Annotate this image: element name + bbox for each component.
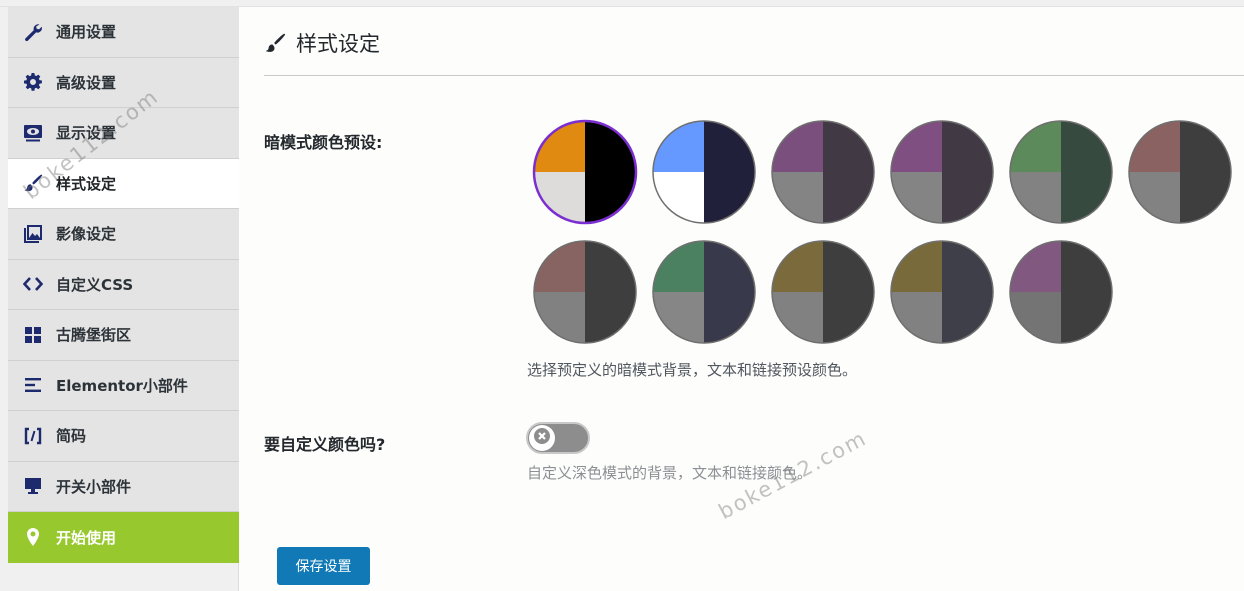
paintbrush-icon — [264, 32, 286, 54]
wrench-icon — [22, 21, 44, 43]
eye-monitor-icon — [22, 122, 44, 144]
sidebar-item-label: Elementor小部件 — [56, 376, 188, 395]
shortcode-icon — [22, 425, 44, 447]
sidebar-item-style-settings[interactable]: 样式设定 — [8, 158, 239, 209]
color-preset-swatch[interactable] — [1127, 119, 1233, 225]
sidebar-item-display-settings[interactable]: 显示设置 — [8, 108, 239, 159]
gear-icon — [22, 71, 44, 93]
toggle-knob — [529, 425, 555, 451]
sidebar-item-advanced-settings[interactable]: 高级设置 — [8, 57, 239, 108]
color-preset-swatch[interactable] — [1008, 119, 1114, 225]
color-preset-swatch[interactable] — [889, 239, 995, 345]
sidebar-item-custom-css[interactable]: 自定义CSS — [8, 259, 239, 310]
sidebar-item-label: 简码 — [56, 427, 87, 446]
sidebar-item-label: 高级设置 — [56, 73, 117, 92]
paintbrush-icon — [22, 172, 44, 194]
sidebar-item-label: 样式设定 — [56, 174, 117, 193]
save-settings-button[interactable]: 保存设置 — [277, 547, 370, 585]
sidebar-nav: 通用设置 高级设置 显示设置 样式设定 影像设定 自定义CSS 古腾堡街区 El… — [8, 7, 239, 563]
sidebar-item-label: 自定义CSS — [56, 275, 134, 294]
sidebar-item-image-settings[interactable]: 影像设定 — [8, 209, 239, 260]
color-preset-swatch[interactable] — [770, 119, 876, 225]
sidebar-item-elementor-widgets[interactable]: Elementor小部件 — [8, 360, 239, 411]
sidebar-item-label: 开关小部件 — [56, 477, 132, 496]
desktop-icon — [22, 475, 44, 497]
sidebar-item-label: 影像设定 — [56, 225, 117, 244]
header-divider — [264, 75, 1244, 76]
sidebar-item-switch-widgets[interactable]: 开关小部件 — [8, 461, 239, 512]
color-preset-swatch[interactable] — [651, 119, 757, 225]
sidebar-item-label: 古腾堡街区 — [56, 326, 132, 345]
code-icon — [22, 273, 44, 295]
color-preset-swatch[interactable] — [889, 119, 995, 225]
sidebar-item-get-started[interactable]: 开始使用 — [8, 512, 239, 563]
color-preset-swatch[interactable] — [532, 119, 638, 225]
page-title: 样式设定 — [296, 32, 380, 56]
page-header: 样式设定 — [264, 23, 380, 63]
custom-colors-description: 自定义深色模式的背景，文本和链接颜色。 — [527, 464, 813, 482]
top-border — [0, 0, 1244, 7]
color-preset-swatch[interactable] — [770, 239, 876, 345]
sidebar-item-gutenberg-blocks[interactable]: 古腾堡街区 — [8, 310, 239, 361]
sidebar-item-label: 显示设置 — [56, 124, 117, 143]
sidebar-item-label: 开始使用 — [56, 528, 117, 547]
sidebar-item-shortcodes[interactable]: 简码 — [8, 411, 239, 462]
custom-colors-label: 要自定义颜色吗? — [264, 435, 386, 454]
elementor-icon — [22, 374, 44, 396]
color-preset-swatch[interactable] — [1008, 239, 1114, 345]
presets-description: 选择预定义的暗模式背景，文本和链接预设颜色。 — [527, 361, 858, 379]
sidebar-item-label: 通用设置 — [56, 23, 117, 42]
close-icon — [534, 428, 550, 448]
location-pin-icon — [22, 526, 44, 548]
main-panel: 样式设定 暗模式颜色预设: 选择预定义的暗模式背景，文本和链接预设颜色。 要自定… — [264, 7, 1244, 591]
sidebar-item-general-settings[interactable]: 通用设置 — [8, 7, 239, 58]
color-preset-swatch[interactable] — [651, 239, 757, 345]
color-preset-swatch[interactable] — [532, 239, 638, 345]
image-gallery-icon — [22, 223, 44, 245]
custom-colors-toggle[interactable] — [526, 422, 590, 454]
blocks-grid-icon — [22, 324, 44, 346]
presets-label: 暗模式颜色预设: — [264, 133, 383, 152]
settings-sidebar: 通用设置 高级设置 显示设置 样式设定 影像设定 自定义CSS 古腾堡街区 El… — [0, 7, 239, 591]
